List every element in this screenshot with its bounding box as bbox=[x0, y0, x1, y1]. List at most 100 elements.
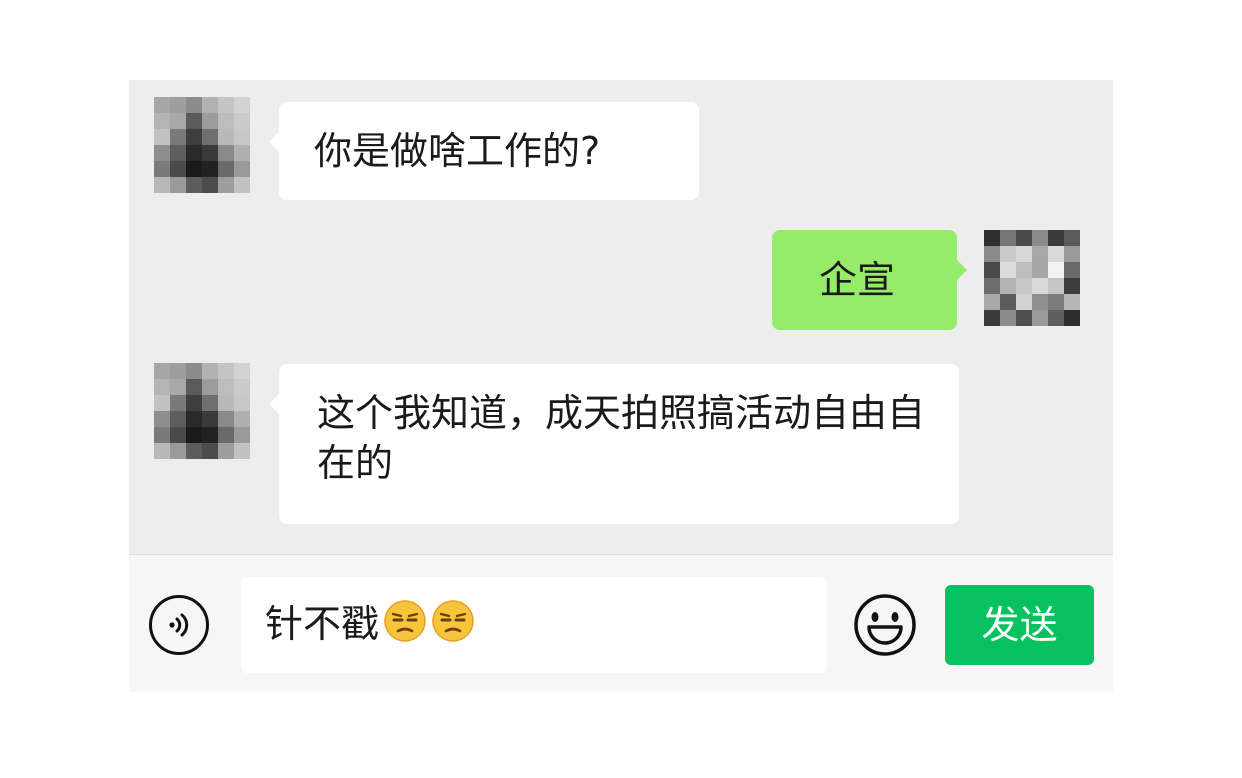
bubble-tail bbox=[269, 394, 279, 414]
unamused-face-icon bbox=[384, 600, 426, 642]
avatar-pixel bbox=[984, 230, 1000, 246]
avatar-pixel bbox=[234, 113, 250, 129]
send-button[interactable]: 发送 bbox=[945, 585, 1094, 665]
avatar-pixel bbox=[1000, 230, 1016, 246]
avatar-pixel bbox=[202, 411, 218, 427]
avatar-pixel bbox=[154, 97, 170, 113]
avatar-pixel bbox=[202, 145, 218, 161]
message-bubble-outgoing[interactable]: 企宣 bbox=[772, 230, 967, 330]
avatar-pixel bbox=[154, 427, 170, 443]
emoji-icon[interactable] bbox=[853, 593, 917, 657]
avatar-pixel bbox=[1016, 294, 1032, 310]
avatar-pixel bbox=[1016, 310, 1032, 326]
avatar-pixel bbox=[218, 363, 234, 379]
avatar-pixel bbox=[1048, 230, 1064, 246]
avatar-pixel bbox=[154, 129, 170, 145]
message-text: 企宣 bbox=[819, 258, 896, 302]
avatar-pixel bbox=[202, 161, 218, 177]
avatar-pixel bbox=[186, 177, 202, 193]
avatar-pixel bbox=[186, 379, 202, 395]
avatar-pixel bbox=[154, 379, 170, 395]
avatar-pixel bbox=[218, 161, 234, 177]
avatar-pixel bbox=[170, 427, 186, 443]
avatar-pixel bbox=[154, 395, 170, 411]
avatar-pixel bbox=[170, 395, 186, 411]
avatar-pixel bbox=[186, 395, 202, 411]
avatar-pixel bbox=[1048, 278, 1064, 294]
avatar-pixel bbox=[170, 363, 186, 379]
avatar-pixel bbox=[234, 379, 250, 395]
chat-window: 你是做啥工作的? 企宣 这个我知道，成天拍照搞活动自由自在的 针不戳 发送 bbox=[129, 80, 1113, 692]
avatar-pixel bbox=[1048, 262, 1064, 278]
avatar-pixel bbox=[1000, 246, 1016, 262]
avatar-pixel bbox=[170, 443, 186, 459]
avatar-pixel bbox=[234, 427, 250, 443]
avatar-pixel bbox=[1016, 246, 1032, 262]
avatar-pixel bbox=[218, 443, 234, 459]
avatar-pixel bbox=[1064, 246, 1080, 262]
contact-avatar[interactable] bbox=[154, 363, 250, 459]
avatar-pixel bbox=[1064, 230, 1080, 246]
message-input[interactable]: 针不戳 bbox=[241, 577, 827, 673]
message-bubble-incoming[interactable]: 你是做啥工作的? bbox=[269, 102, 699, 200]
avatar-pixel bbox=[1016, 278, 1032, 294]
smiley-face-icon bbox=[854, 594, 916, 656]
avatar-pixel bbox=[984, 278, 1000, 294]
avatar-pixel bbox=[234, 443, 250, 459]
my-avatar[interactable] bbox=[984, 230, 1080, 326]
avatar-pixel bbox=[170, 129, 186, 145]
message-bubble-incoming[interactable]: 这个我知道，成天拍照搞活动自由自在的 bbox=[269, 364, 959, 524]
avatar-pixel bbox=[984, 262, 1000, 278]
avatar-pixel bbox=[234, 411, 250, 427]
avatar-pixel bbox=[234, 161, 250, 177]
avatar-pixel bbox=[1016, 230, 1032, 246]
avatar-pixel bbox=[170, 177, 186, 193]
avatar-pixel bbox=[154, 443, 170, 459]
avatar-pixel bbox=[154, 113, 170, 129]
avatar-pixel bbox=[234, 395, 250, 411]
avatar-pixel bbox=[218, 145, 234, 161]
avatar-pixel bbox=[186, 411, 202, 427]
avatar-pixel bbox=[202, 379, 218, 395]
avatar-pixel bbox=[1064, 310, 1080, 326]
avatar-pixel bbox=[984, 310, 1000, 326]
avatar-pixel bbox=[186, 443, 202, 459]
avatar-pixel bbox=[1016, 262, 1032, 278]
avatar-pixel bbox=[218, 177, 234, 193]
contact-avatar[interactable] bbox=[154, 97, 250, 193]
avatar-pixel bbox=[1000, 294, 1016, 310]
avatar-pixel bbox=[1064, 278, 1080, 294]
avatar-pixel bbox=[218, 395, 234, 411]
avatar-pixel bbox=[186, 145, 202, 161]
avatar-pixel bbox=[218, 427, 234, 443]
avatar-pixel bbox=[202, 177, 218, 193]
avatar-pixel bbox=[984, 246, 1000, 262]
avatar-pixel bbox=[202, 427, 218, 443]
avatar-pixel bbox=[1032, 310, 1048, 326]
avatar-pixel bbox=[154, 145, 170, 161]
avatar-pixel bbox=[1000, 310, 1016, 326]
avatar-pixel bbox=[154, 161, 170, 177]
avatar-pixel bbox=[218, 129, 234, 145]
avatar-pixel bbox=[234, 145, 250, 161]
avatar-pixel bbox=[170, 411, 186, 427]
avatar-pixel bbox=[1048, 310, 1064, 326]
avatar-pixel bbox=[1032, 294, 1048, 310]
avatar-pixel bbox=[186, 427, 202, 443]
avatar-pixel bbox=[186, 129, 202, 145]
avatar-pixel bbox=[202, 443, 218, 459]
avatar-pixel bbox=[202, 129, 218, 145]
avatar-pixel bbox=[234, 363, 250, 379]
avatar-pixel bbox=[202, 395, 218, 411]
avatar-pixel bbox=[186, 161, 202, 177]
avatar-pixel bbox=[234, 129, 250, 145]
message-input-text: 针不戳 bbox=[265, 602, 380, 646]
input-bar: 针不戳 发送 bbox=[129, 554, 1113, 692]
voice-icon[interactable] bbox=[149, 595, 209, 655]
avatar-pixel bbox=[170, 145, 186, 161]
bubble-tail bbox=[957, 260, 967, 280]
avatar-pixel bbox=[1032, 278, 1048, 294]
avatar-pixel bbox=[186, 363, 202, 379]
avatar-pixel bbox=[154, 363, 170, 379]
avatar-pixel bbox=[170, 97, 186, 113]
